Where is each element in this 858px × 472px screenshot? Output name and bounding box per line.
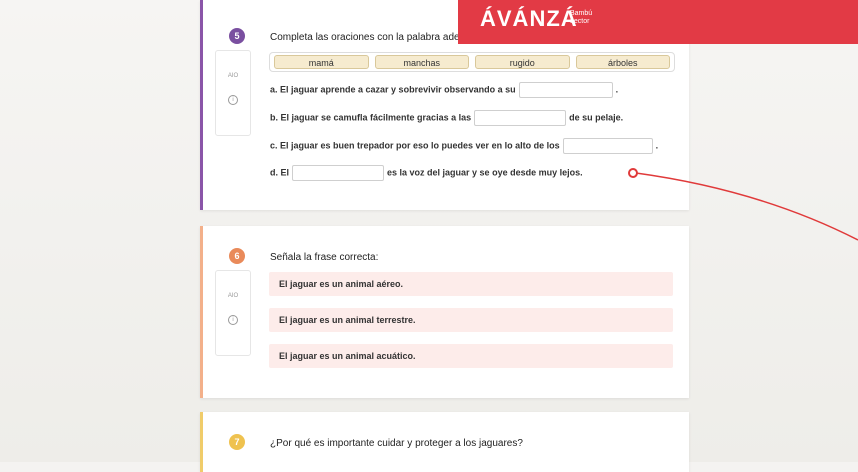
- callout-dot: [628, 168, 638, 178]
- callout-line: [635, 172, 858, 241]
